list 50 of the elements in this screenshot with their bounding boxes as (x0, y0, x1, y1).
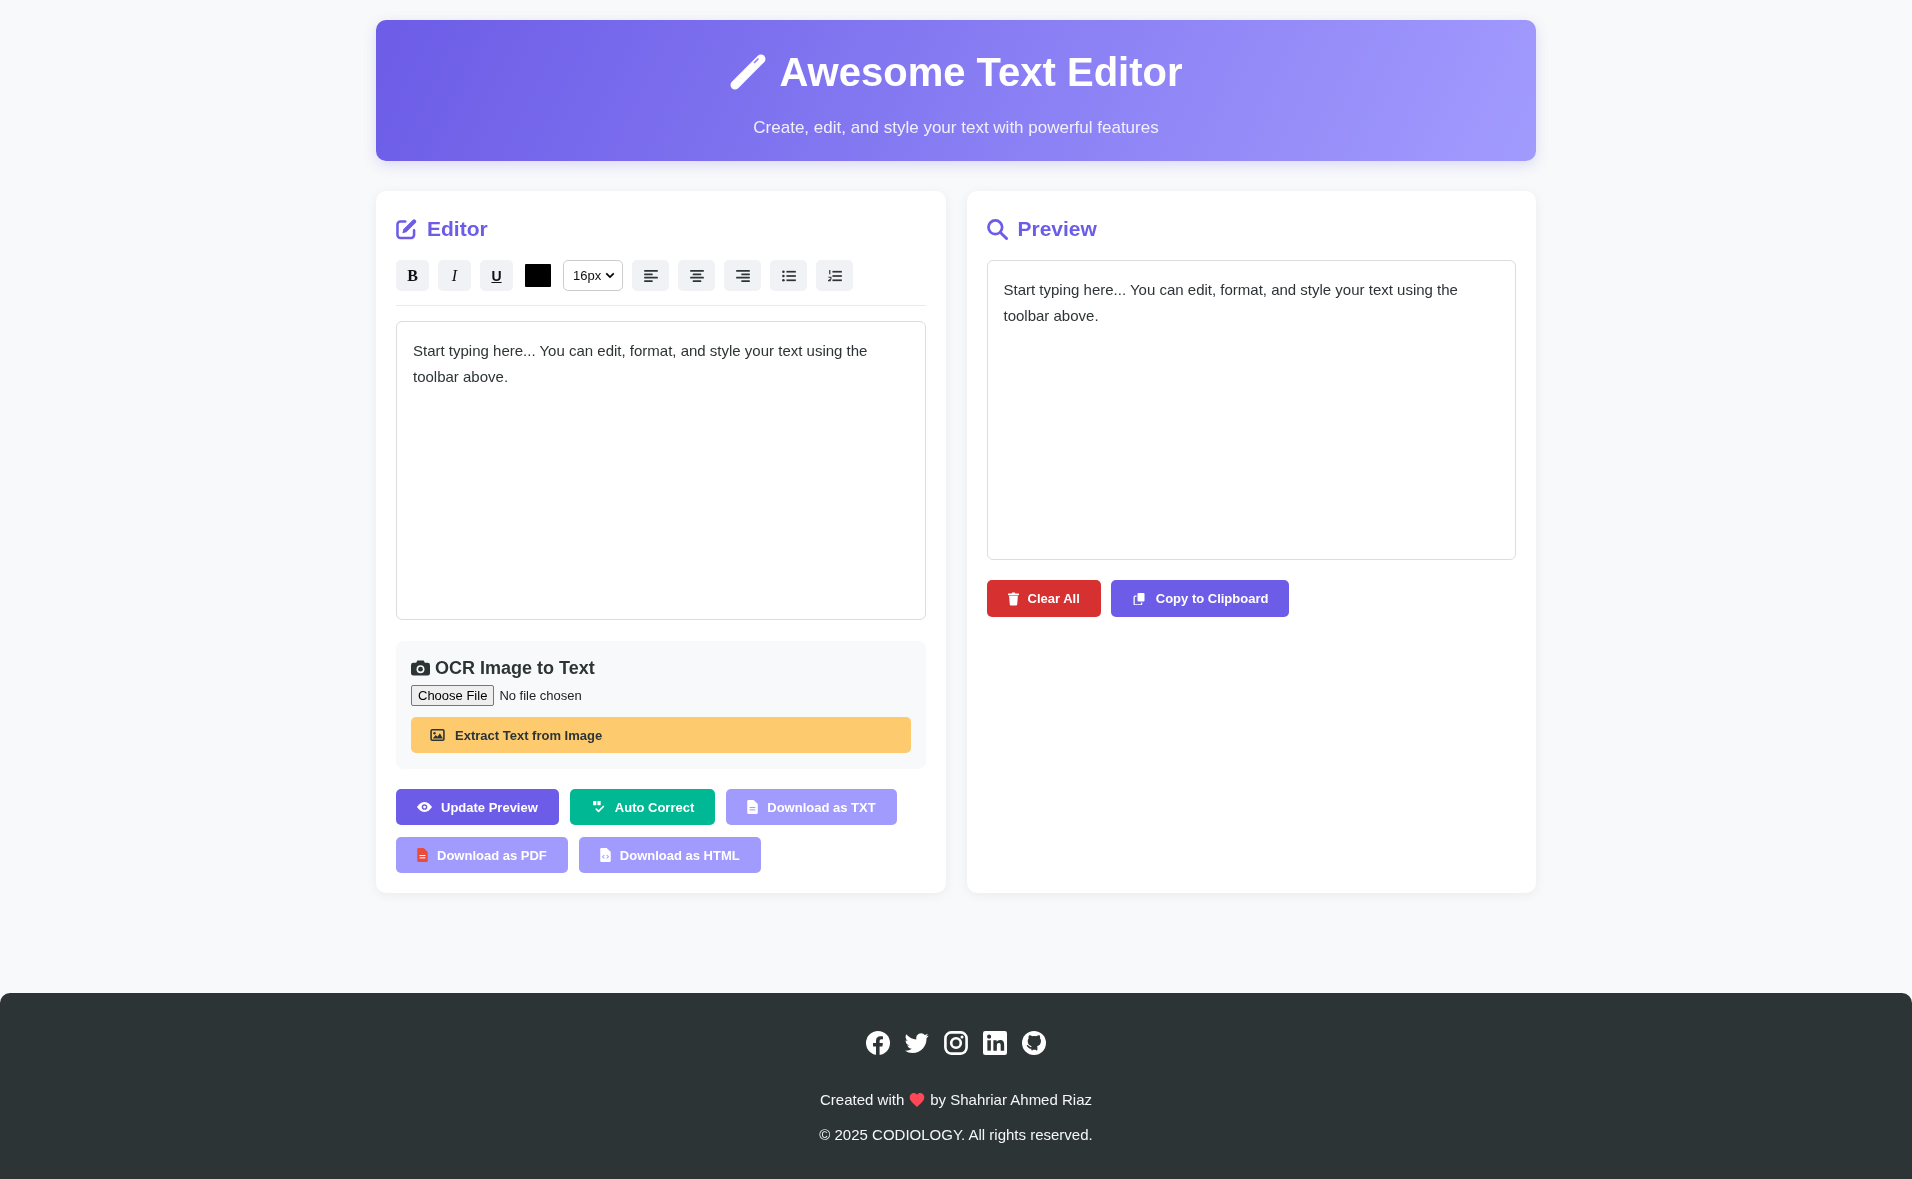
chevron-down-icon (605, 272, 615, 279)
camera-icon (411, 660, 430, 676)
update-preview-button[interactable]: Update Preview (396, 789, 559, 825)
underline-button[interactable]: U (480, 260, 513, 291)
file-status-text: No file chosen (499, 688, 582, 703)
copy-button[interactable]: Copy to Clipboard (1110, 580, 1290, 617)
section-title: Editor (427, 217, 488, 241)
choose-file-button[interactable]: Choose File (411, 685, 495, 706)
edit-icon (396, 218, 417, 240)
section-title: Preview (1017, 217, 1097, 241)
numbered-list-button[interactable] (816, 260, 853, 291)
copy-icon (1131, 592, 1147, 605)
eye-icon (417, 801, 432, 813)
bullet-list-button[interactable] (770, 260, 807, 291)
facebook-icon[interactable] (866, 1031, 890, 1055)
heart-icon (909, 1093, 926, 1107)
github-icon[interactable] (1022, 1031, 1046, 1055)
file-icon (747, 800, 759, 814)
credit-text: by Shahriar Ahmed Riaz (930, 1090, 1092, 1110)
align-right-icon (735, 269, 750, 282)
align-left-button[interactable] (632, 260, 669, 291)
app-subtitle: Create, edit, and style your text with powerful features (753, 117, 1159, 139)
align-right-button[interactable] (724, 260, 761, 291)
linkedin-icon[interactable] (983, 1031, 1007, 1055)
italic-button[interactable]: I (438, 260, 471, 291)
app-title: Awesome Text Editor (779, 49, 1183, 96)
numbered-list-icon (827, 269, 842, 282)
code-file-icon (599, 848, 611, 862)
preview-panel: Start typing here... You can edit, format, and style your text using the toolbar above. (986, 260, 1516, 560)
copyright-text: © 2025 CODIOLOGY. All rights reserved. (819, 1125, 1093, 1145)
bold-button[interactable]: B (396, 260, 429, 291)
pen-icon (729, 53, 768, 91)
trash-icon (1007, 591, 1019, 606)
clear-all-button[interactable]: Clear All (986, 580, 1101, 617)
search-icon (986, 218, 1008, 240)
align-center-icon (689, 269, 704, 282)
file-icon (417, 848, 428, 862)
twitter-icon[interactable] (905, 1031, 929, 1055)
credit-text: Created with (820, 1090, 905, 1110)
instagram-icon[interactable] (944, 1031, 968, 1055)
bullet-list-icon (781, 269, 796, 282)
font-size-select[interactable]: 16px (563, 260, 623, 291)
color-picker[interactable] (525, 264, 551, 287)
align-center-button[interactable] (678, 260, 715, 291)
extract-text-button[interactable]: Extract Text from Image (411, 717, 911, 753)
ocr-title: OCR Image to Text (435, 657, 595, 679)
check-icon (590, 801, 606, 813)
align-left-icon (643, 269, 658, 282)
text-editor-field[interactable]: Start typing here... You can edit, format, and style your text using the toolbar above. (396, 321, 926, 620)
image-icon (430, 729, 445, 741)
